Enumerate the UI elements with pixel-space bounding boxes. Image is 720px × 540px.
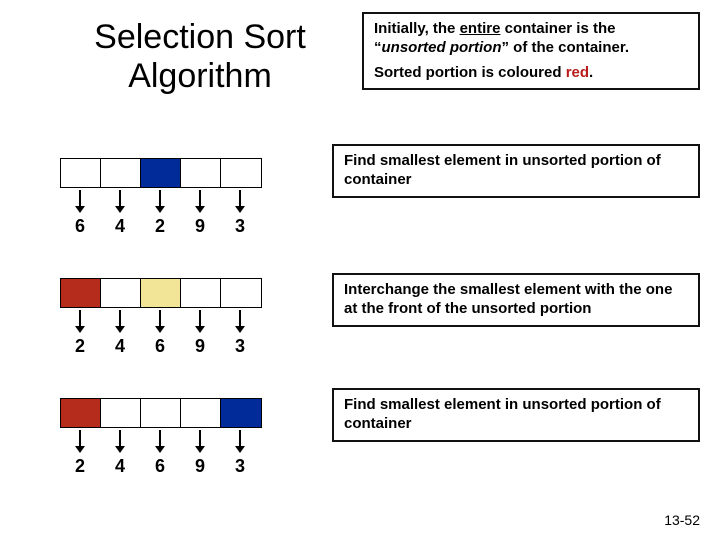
array-value: 4	[100, 216, 140, 237]
note-step-find-2: Find smallest element in unsorted portio…	[332, 388, 700, 442]
note-sorted-a: Sorted portion is coloured	[374, 64, 566, 81]
array-value: 3	[220, 216, 260, 237]
arrow-down-icon	[119, 310, 121, 328]
array-cell	[141, 159, 181, 187]
array-cell	[61, 159, 101, 187]
arrow-down-icon	[239, 190, 241, 208]
array-value: 6	[140, 336, 180, 357]
array-cell	[101, 279, 141, 307]
note-initial-text-a: Initially, the	[374, 20, 460, 37]
slide-number: 13-52	[664, 512, 700, 528]
arrow-down-icon	[79, 310, 81, 328]
array-2-arrows	[60, 308, 262, 336]
array-block-2: 2 4 6 9 3	[60, 278, 262, 357]
array-value: 3	[220, 456, 260, 477]
array-2-values: 2 4 6 9 3	[60, 336, 262, 357]
array-cell	[221, 159, 261, 187]
note-initial-text-c: ” of the container.	[502, 39, 630, 56]
note-step-find-2-text: Find smallest element in unsorted portio…	[344, 396, 661, 432]
note-initial-entire: entire	[460, 20, 501, 37]
array-cell	[101, 399, 141, 427]
note-sorted-red: red	[566, 64, 589, 81]
array-cell	[141, 279, 181, 307]
array-cell	[221, 399, 261, 427]
array-cell	[61, 399, 101, 427]
array-value: 4	[100, 336, 140, 357]
array-1-values: 6 4 2 9 3	[60, 216, 262, 237]
note-step-swap: Interchange the smallest element with th…	[332, 273, 700, 327]
page-title: Selection Sort Algorithm	[60, 18, 340, 96]
array-3-arrows	[60, 428, 262, 456]
array-value: 9	[180, 336, 220, 357]
array-cell	[181, 159, 221, 187]
array-cell	[61, 279, 101, 307]
array-value: 2	[140, 216, 180, 237]
arrow-down-icon	[79, 190, 81, 208]
array-2-cells	[60, 278, 262, 308]
arrow-down-icon	[159, 430, 161, 448]
array-cell	[221, 279, 261, 307]
arrow-down-icon	[199, 310, 201, 328]
array-1-cells	[60, 158, 262, 188]
arrow-down-icon	[199, 430, 201, 448]
array-cell	[101, 159, 141, 187]
array-value: 2	[60, 456, 100, 477]
array-cell	[141, 399, 181, 427]
note-sorted-b: .	[589, 64, 593, 81]
array-cell	[181, 399, 221, 427]
array-value: 6	[140, 456, 180, 477]
arrow-down-icon	[79, 430, 81, 448]
note-step-swap-text: Interchange the smallest element with th…	[344, 281, 672, 317]
array-value: 9	[180, 216, 220, 237]
arrow-down-icon	[119, 190, 121, 208]
note-step-find-1-text: Find smallest element in unsorted portio…	[344, 152, 661, 188]
array-3-values: 2 4 6 9 3	[60, 456, 262, 477]
array-block-1: 6 4 2 9 3	[60, 158, 262, 237]
title-line-1: Selection Sort	[60, 18, 340, 57]
note-initial-unsorted: unsorted portion	[382, 39, 502, 56]
arrow-down-icon	[159, 190, 161, 208]
title-line-2: Algorithm	[60, 57, 340, 96]
array-value: 2	[60, 336, 100, 357]
arrow-down-icon	[239, 310, 241, 328]
array-cell	[181, 279, 221, 307]
arrow-down-icon	[239, 430, 241, 448]
arrow-down-icon	[159, 310, 161, 328]
array-block-3: 2 4 6 9 3	[60, 398, 262, 477]
array-3-cells	[60, 398, 262, 428]
arrow-down-icon	[119, 430, 121, 448]
array-value: 6	[60, 216, 100, 237]
array-1-arrows	[60, 188, 262, 216]
note-initial: Initially, the entire container is the “…	[362, 12, 700, 90]
array-value: 3	[220, 336, 260, 357]
note-step-find-1: Find smallest element in unsorted portio…	[332, 144, 700, 198]
array-value: 4	[100, 456, 140, 477]
array-value: 9	[180, 456, 220, 477]
arrow-down-icon	[199, 190, 201, 208]
